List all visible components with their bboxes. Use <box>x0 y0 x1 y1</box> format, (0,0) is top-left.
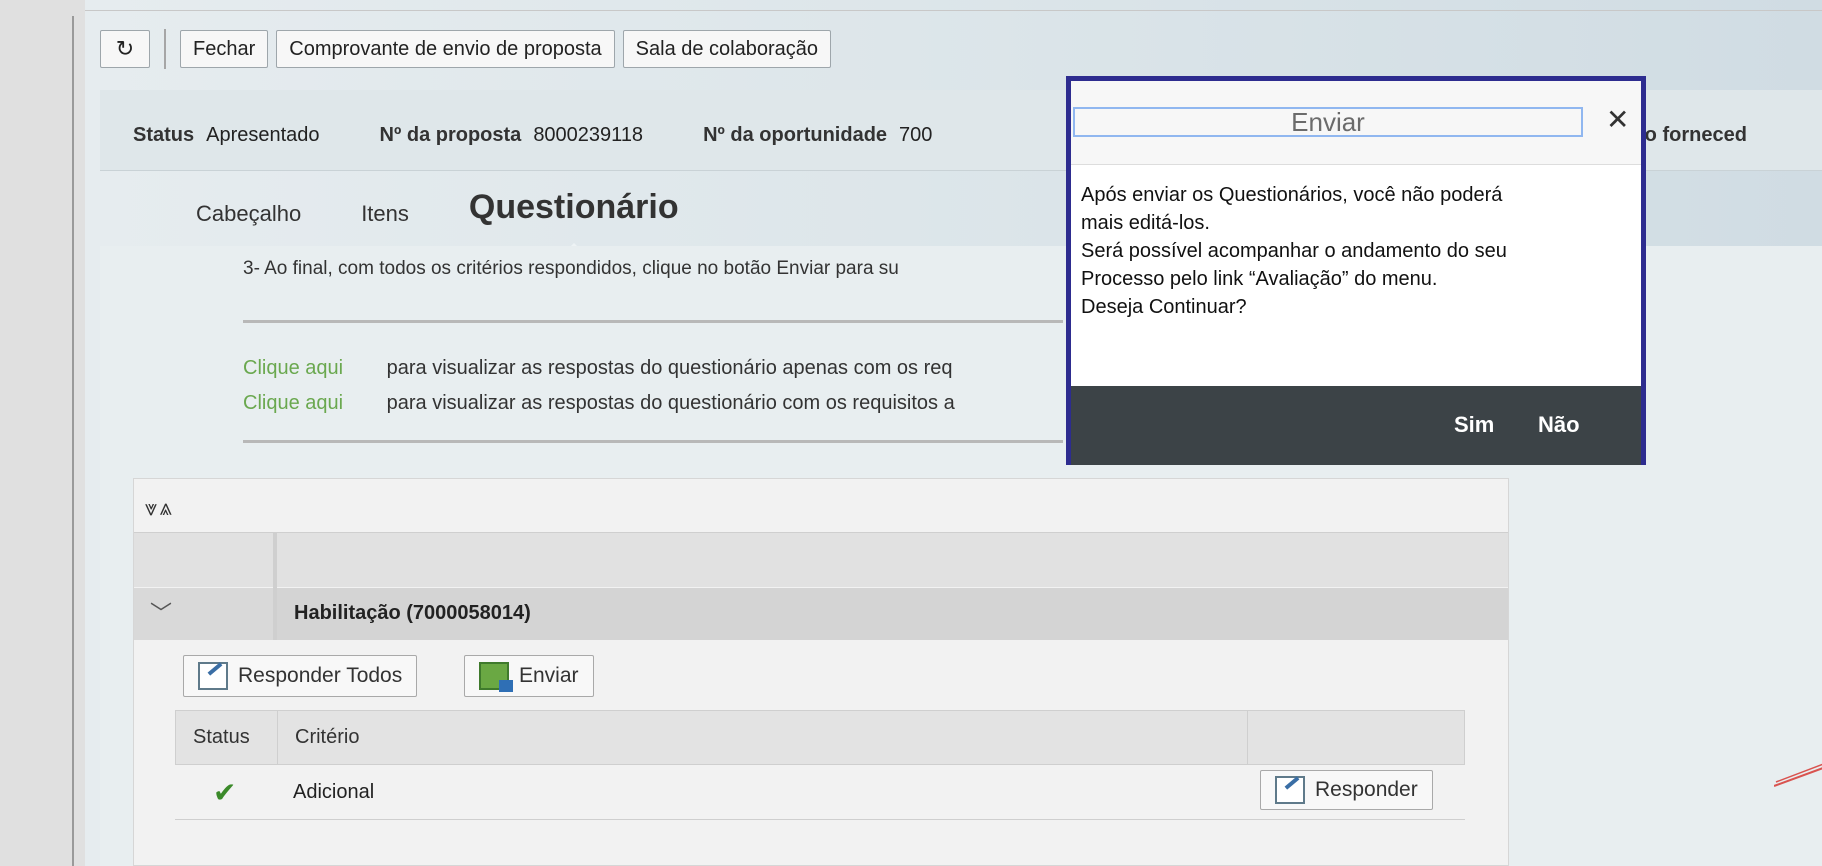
tab-items[interactable]: Itens <box>361 201 409 231</box>
proposal-receipt-button[interactable]: Comprovante de envio de proposta <box>276 30 615 68</box>
edit-icon <box>1275 776 1305 804</box>
respond-all-button[interactable]: Responder Todos <box>183 655 418 697</box>
instruction-step-3: 3- Ao final, com todos os critérios resp… <box>243 258 899 279</box>
group-title: Habilitação (7000058014) <box>294 602 531 624</box>
send-button[interactable]: Enviar <box>464 655 594 697</box>
column-divider <box>1247 710 1248 765</box>
respond-all-label: Responder Todos <box>238 664 403 687</box>
view-answers-row-1: Clique aqui para visualizar as respostas… <box>243 357 953 380</box>
dialog-message-line: Processo pelo link “Avaliação” do menu. <box>1081 268 1438 290</box>
left-divider <box>72 16 74 866</box>
send-confirmation-dialog: Enviar ✕ Após enviar os Questionários, v… <box>1066 76 1646 465</box>
top-rule <box>0 10 1822 11</box>
view-answers-row-2: Clique aqui para visualizar as respostas… <box>243 392 955 415</box>
tab-bar: Cabeçalho Itens Questionário <box>196 188 679 253</box>
refresh-button[interactable]: ↻ <box>100 30 150 68</box>
column-separator <box>273 532 277 640</box>
dialog-message-line: Será possível acompanhar o andamento do … <box>1081 240 1507 262</box>
refresh-icon: ↻ <box>115 36 135 61</box>
close-icon[interactable]: ✕ <box>1606 105 1629 135</box>
check-icon: ✔ <box>213 777 237 808</box>
click-here-link-1[interactable]: Clique aqui <box>243 357 343 379</box>
toolbar-separator <box>164 29 166 69</box>
proposal-number-value: 8000239118 <box>533 124 644 146</box>
expand-collapse-all-icon[interactable]: ⩔⩓ <box>145 495 174 521</box>
close-button[interactable]: Fechar <box>180 30 269 68</box>
view-answers-text-1: para visualizar as respostas do question… <box>386 357 953 379</box>
red-annotation-mark <box>1774 763 1822 787</box>
dialog-title: Enviar <box>1073 107 1583 137</box>
criteria-table: Status Critério ✔ Adicional Responder <box>175 710 1465 820</box>
dialog-message-line: Após enviar os Questionários, você não p… <box>1081 184 1503 206</box>
column-divider <box>277 710 278 765</box>
panel-header <box>134 532 1508 587</box>
criterion-name: Adicional <box>293 781 375 803</box>
table-row: ✔ Adicional Responder <box>175 766 1465 820</box>
send-icon <box>479 662 513 692</box>
yes-button[interactable]: Sim <box>1454 412 1494 438</box>
dialog-message: Após enviar os Questionários, você não p… <box>1081 181 1611 321</box>
dialog-message-line: mais editá-los. <box>1081 212 1210 234</box>
collaboration-room-button[interactable]: Sala de colaboração <box>622 30 832 68</box>
no-button[interactable]: Não <box>1538 412 1580 438</box>
divider <box>243 320 1063 323</box>
respond-label: Responder <box>1315 778 1418 801</box>
opportunity-number-value: 700 <box>899 124 933 146</box>
tab-questionnaire[interactable]: Questionário <box>469 188 679 253</box>
dialog-header: Enviar ✕ <box>1071 81 1641 165</box>
proposal-number-label: Nº da proposta <box>379 124 522 146</box>
divider <box>243 440 1063 443</box>
respond-button[interactable]: Responder <box>1260 770 1433 810</box>
click-here-link-2[interactable]: Clique aqui <box>243 392 343 414</box>
opportunity-number-label: Nº da oportunidade <box>703 124 888 146</box>
column-header-status: Status <box>193 726 250 748</box>
status-row: Status Apresentado Nº da proposta 800023… <box>133 124 992 147</box>
view-answers-text-2: para visualizar as respostas do question… <box>386 392 955 414</box>
toolbar: ↻ Fechar Comprovante de envio de propost… <box>100 29 832 69</box>
edit-icon <box>198 662 228 690</box>
dialog-message-line: Deseja Continuar? <box>1081 296 1247 318</box>
column-header-criterion: Critério <box>295 726 360 748</box>
status-value: Apresentado <box>206 124 320 146</box>
dialog-footer: Sim Não <box>1071 386 1641 465</box>
table-header <box>175 710 1465 765</box>
tab-header[interactable]: Cabeçalho <box>196 201 301 231</box>
status-label: Status <box>133 124 195 146</box>
chevron-down-icon[interactable]: ﹀ <box>150 596 172 628</box>
send-label: Enviar <box>519 664 579 687</box>
